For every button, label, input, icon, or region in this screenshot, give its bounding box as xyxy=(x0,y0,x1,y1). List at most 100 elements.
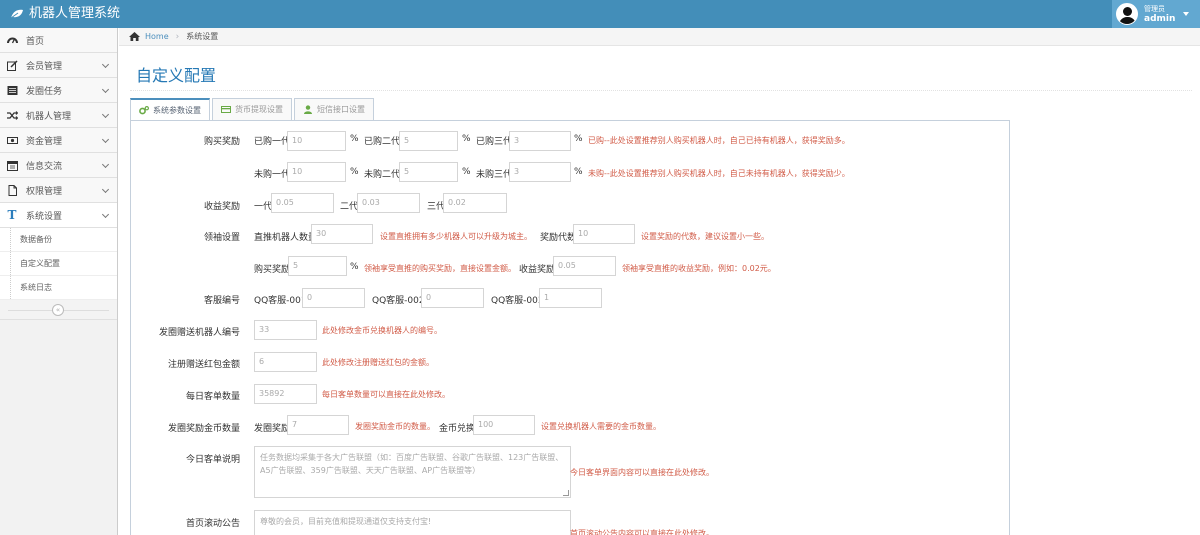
chevron-down-icon xyxy=(101,85,110,94)
reg-packet-input[interactable]: 6 xyxy=(254,352,317,372)
sidebar-item-label: 系统设置 xyxy=(26,211,63,222)
chevron-down-icon xyxy=(101,210,110,219)
daily-note-textarea[interactable]: 任务数据均采集于各大广告联盟（如：百度广告联盟、谷歌广告联盟、123广告联盟、A… xyxy=(254,446,571,498)
user-menu[interactable]: 管理员 admin xyxy=(1112,0,1200,28)
daily-note-text: 任务数据均采集于各大广告联盟（如：百度广告联盟、谷歌广告联盟、123广告联盟、A… xyxy=(260,453,564,475)
user-name: admin xyxy=(1144,14,1176,24)
qq-service-1-input[interactable]: 0 xyxy=(302,288,365,308)
percent-unit: % xyxy=(350,167,359,177)
tab-sms-settings[interactable]: 短信接口设置 xyxy=(294,98,374,120)
unbought-gen3-input[interactable]: 3 xyxy=(509,162,571,182)
leader-buy-label: 购买奖励 xyxy=(254,265,291,275)
sidebar-subitem-system-log[interactable]: 系统日志 xyxy=(0,276,117,300)
resize-grip-icon[interactable] xyxy=(563,490,569,496)
breadcrumb-current: 系统设置 xyxy=(186,32,219,41)
sidebar-item-circle-tasks[interactable]: 发圈任务 xyxy=(0,78,117,103)
percent-unit: % xyxy=(350,262,359,272)
unbought-gen1-input[interactable]: 10 xyxy=(287,162,346,182)
leaf-icon xyxy=(10,9,23,19)
notice-textarea[interactable]: 尊敬的会员，目前充值和提现通道仅支持支付宝! xyxy=(254,510,571,535)
income-gen3-input[interactable]: 0.02 xyxy=(443,193,507,213)
sidebar-item-settings[interactable]: T 系统设置 xyxy=(0,203,117,228)
qq-service-3-label: QQ客服-003 xyxy=(491,296,544,306)
circle-coin-label: 发圈奖励金币数量 xyxy=(167,424,240,434)
chevron-down-icon xyxy=(101,160,110,169)
reward-gen-hint: 设置奖励的代数，建议设置小一些。 xyxy=(641,232,769,241)
coin-exchange-hint: 设置兑换机器人需要的金币数量。 xyxy=(541,422,661,431)
sidebar-item-label: 会员管理 xyxy=(26,61,63,72)
chevron-down-icon xyxy=(101,60,110,69)
reward-gen-input[interactable]: 10 xyxy=(573,224,635,244)
bought-gen1-label: 已购一代 xyxy=(254,137,291,147)
calendar-icon xyxy=(6,159,18,171)
unbought-gen1-label: 未购一代 xyxy=(254,170,291,180)
leader-buy-input[interactable]: 5 xyxy=(288,256,347,276)
circle-reward-input[interactable]: 7 xyxy=(287,415,349,435)
percent-unit: % xyxy=(350,134,359,144)
sidebar-collapse-bar: « xyxy=(0,300,117,320)
caret-down-icon xyxy=(1183,12,1190,16)
notice-text: 尊敬的会员，目前充值和提现通道仅支持支付宝! xyxy=(260,517,432,526)
breadcrumb-separator-icon: › xyxy=(175,31,180,42)
sidebar-item-label: 首页 xyxy=(26,36,45,47)
leader-buy-hint: 领袖享受直推的购买奖励，直接设置金额。 xyxy=(364,264,516,273)
percent-unit: % xyxy=(574,134,583,144)
sidebar-item-home[interactable]: 首页 xyxy=(0,28,117,53)
sidebar-item-members[interactable]: 会员管理 xyxy=(0,53,117,78)
sidebar-item-robots[interactable]: 机器人管理 xyxy=(0,103,117,128)
text-icon: T xyxy=(7,208,17,222)
tab-bar: 系统参数设置 货币提现设置 短信接口设置 xyxy=(130,98,376,121)
sidebar-item-label: 机器人管理 xyxy=(26,111,72,122)
leader-label: 领袖设置 xyxy=(203,233,240,243)
chevron-down-icon xyxy=(101,185,110,194)
page-title: 自定义配置 xyxy=(136,66,217,85)
bought-gen3-label: 已购三代 xyxy=(476,137,513,147)
unbought-gen2-input[interactable]: 5 xyxy=(399,162,458,182)
cogs-icon xyxy=(139,106,149,115)
direct-count-label: 直推机器人数量 xyxy=(254,233,318,243)
tab-label: 货币提现设置 xyxy=(235,105,283,114)
buy-reward-label: 购买奖励 xyxy=(203,137,240,147)
tab-system-params[interactable]: 系统参数设置 xyxy=(130,98,210,121)
brand[interactable]: 机器人管理系统 xyxy=(10,5,120,23)
sidebar-item-funds[interactable]: 资金管理 xyxy=(0,128,117,153)
sidebar-item-messages[interactable]: 信息交流 xyxy=(0,153,117,178)
tab-withdraw-settings[interactable]: 货币提现设置 xyxy=(212,98,292,120)
income-reward-label: 收益奖励 xyxy=(203,202,240,212)
qq-service-2-input[interactable]: 0 xyxy=(421,288,484,308)
list-icon xyxy=(6,84,18,96)
sidebar-subitem-backup[interactable]: 数据备份 xyxy=(0,228,117,252)
sidebar-item-label: 权限管理 xyxy=(26,186,63,197)
notice-label: 首页滚动公告 xyxy=(185,519,240,529)
qq-service-3-input[interactable]: 1 xyxy=(539,288,602,308)
percent-unit: % xyxy=(462,134,471,144)
income-gen2-input[interactable]: 0.03 xyxy=(357,193,420,213)
top-navbar: 机器人管理系统 管理员 admin xyxy=(0,0,1200,28)
service-label: 客服编号 xyxy=(203,296,240,306)
bought-gen3-input[interactable]: 3 xyxy=(509,131,571,151)
coin-exchange-input[interactable]: 100 xyxy=(473,415,535,435)
breadcrumb-home-link[interactable]: Home xyxy=(145,32,169,41)
circle-robot-input[interactable]: 33 xyxy=(254,320,317,340)
bought-gen2-input[interactable]: 5 xyxy=(399,131,458,151)
daily-orders-label: 每日客单数量 xyxy=(185,392,240,402)
unbought-hint: 未购--此处设置推荐别人购买机器人时，自己未持有机器人，获得奖励少。 xyxy=(588,169,850,178)
direct-count-input[interactable]: 30 xyxy=(311,224,373,244)
app-title: 机器人管理系统 xyxy=(29,6,121,21)
leader-income-input[interactable]: 0.05 xyxy=(553,256,616,276)
sidebar-item-permissions[interactable]: 权限管理 xyxy=(0,178,117,203)
income-gen1-input[interactable]: 0.05 xyxy=(271,193,334,213)
sidebar-item-label: 资金管理 xyxy=(26,136,63,147)
avatar xyxy=(1116,3,1138,25)
qq-service-1-label: QQ客服-001 xyxy=(254,296,307,306)
daily-orders-input[interactable]: 35892 xyxy=(254,384,317,404)
sidebar-subitem-custom-config[interactable]: 自定义配置 xyxy=(0,252,117,276)
coin-exchange-label: 金币兑换 xyxy=(439,424,476,434)
shuffle-icon xyxy=(6,109,18,121)
daily-orders-hint: 每日客单数量可以直接在此处修改。 xyxy=(322,390,450,399)
collapse-icon[interactable]: « xyxy=(52,304,64,316)
bought-gen1-input[interactable]: 10 xyxy=(287,131,346,151)
direct-count-hint: 设置直推拥有多少机器人可以升级为城主。 xyxy=(380,232,532,241)
sidebar-item-label: 发圈任务 xyxy=(26,86,63,97)
percent-unit: % xyxy=(574,167,583,177)
